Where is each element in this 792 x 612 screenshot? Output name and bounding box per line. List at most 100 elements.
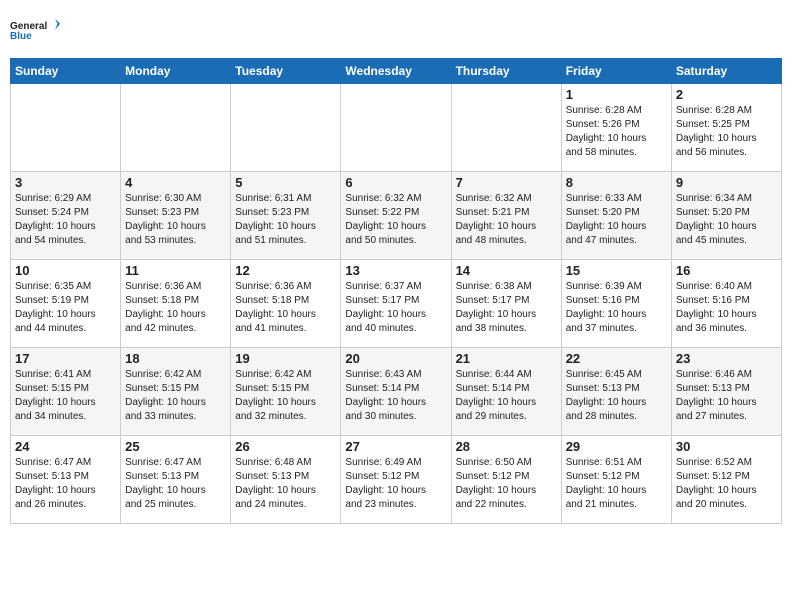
weekday-header-tuesday: Tuesday: [231, 59, 341, 84]
calendar-cell: 9Sunrise: 6:34 AM Sunset: 5:20 PM Daylig…: [671, 172, 781, 260]
calendar-header-row: SundayMondayTuesdayWednesdayThursdayFrid…: [11, 59, 782, 84]
calendar-cell: 7 Sunrise: 6:32 AM Sunset: 5:21 PM Daylig…: [451, 172, 561, 260]
calendar-cell: 20 Sunrise: 6:43 AM Sunset: 5:14 PM Dayli…: [341, 348, 451, 436]
day-number: 28: [456, 439, 557, 454]
day-number: 30: [676, 439, 777, 454]
day-info: Sunrise: 6:39 AM Sunset: 5:16 PM Dayligh…: [566, 280, 667, 336]
calendar-table: SundayMondayTuesdayWednesdayThursdayFrid…: [10, 58, 782, 524]
day-info: Sunrise: 6:33 AM Sunset: 5:20 PM Dayligh…: [566, 192, 667, 248]
calendar-week-2: 3 Sunrise: 6:29 AM Sunset: 5:24 PM Daylig…: [11, 172, 782, 260]
day-number: 14: [456, 263, 557, 278]
weekday-header-sunday: Sunday: [11, 59, 121, 84]
calendar-cell: 26 Sunrise: 6:48 AM Sunset: 5:13 PM Dayli…: [231, 436, 341, 524]
day-info: Sunrise: 6:30 AM Sunset: 5:23 PM Dayligh…: [125, 192, 226, 248]
calendar-cell: [451, 84, 561, 172]
calendar-cell: 16 Sunrise: 6:40 AM Sunset: 5:16 PM Dayli…: [671, 260, 781, 348]
day-number: 12: [235, 263, 336, 278]
calendar-week-3: 10 Sunrise: 6:35 AM Sunset: 5:19 PM Dayli…: [11, 260, 782, 348]
calendar-cell: 5 Sunrise: 6:31 AM Sunset: 5:23 PM Daylig…: [231, 172, 341, 260]
day-info: Sunrise: 6:51 AM Sunset: 5:12 PM Dayligh…: [566, 456, 667, 512]
day-info: Sunrise: 6:35 AM Sunset: 5:19 PM Dayligh…: [15, 280, 116, 336]
logo-svg: General Blue: [10, 10, 60, 50]
day-info: Sunrise: 6:47 AM Sunset: 5:13 PM Dayligh…: [125, 456, 226, 512]
calendar-cell: 4 Sunrise: 6:30 AM Sunset: 5:23 PM Daylig…: [121, 172, 231, 260]
weekday-header-thursday: Thursday: [451, 59, 561, 84]
calendar-cell: [341, 84, 451, 172]
day-number: 21: [456, 351, 557, 366]
day-info: Sunrise: 6:46 AM Sunset: 5:13 PM Dayligh…: [676, 368, 777, 424]
day-info: Sunrise: 6:44 AM Sunset: 5:14 PM Dayligh…: [456, 368, 557, 424]
calendar-cell: 2 Sunrise: 6:28 AM Sunset: 5:25 PM Daylig…: [671, 84, 781, 172]
day-number: 16: [676, 263, 777, 278]
day-number: 26: [235, 439, 336, 454]
day-number: 18: [125, 351, 226, 366]
day-info: Sunrise: 6:45 AM Sunset: 5:13 PM Dayligh…: [566, 368, 667, 424]
calendar-cell: 19 Sunrise: 6:42 AM Sunset: 5:15 PM Dayli…: [231, 348, 341, 436]
day-number: 11: [125, 263, 226, 278]
calendar-week-1: 1 Sunrise: 6:28 AM Sunset: 5:26 PM Daylig…: [11, 84, 782, 172]
day-info: Sunrise: 6:34 AM Sunset: 5:20 PM Dayligh…: [676, 192, 777, 248]
calendar-cell: 22Sunrise: 6:45 AM Sunset: 5:13 PM Dayli…: [561, 348, 671, 436]
svg-text:Blue: Blue: [10, 31, 32, 42]
calendar-cell: 30 Sunrise: 6:52 AM Sunset: 5:12 PM Dayli…: [671, 436, 781, 524]
day-info: Sunrise: 6:50 AM Sunset: 5:12 PM Dayligh…: [456, 456, 557, 512]
day-info: Sunrise: 6:52 AM Sunset: 5:12 PM Dayligh…: [676, 456, 777, 512]
weekday-header-friday: Friday: [561, 59, 671, 84]
calendar-week-5: 24 Sunrise: 6:47 AM Sunset: 5:13 PM Dayli…: [11, 436, 782, 524]
day-info: Sunrise: 6:36 AM Sunset: 5:18 PM Dayligh…: [235, 280, 336, 336]
weekday-header-wednesday: Wednesday: [341, 59, 451, 84]
day-number: 10: [15, 263, 116, 278]
day-info: Sunrise: 6:40 AM Sunset: 5:16 PM Dayligh…: [676, 280, 777, 336]
day-number: 20: [345, 351, 446, 366]
calendar-cell: 23 Sunrise: 6:46 AM Sunset: 5:13 PM Dayli…: [671, 348, 781, 436]
day-number: 4: [125, 175, 226, 190]
day-info: Sunrise: 6:36 AM Sunset: 5:18 PM Dayligh…: [125, 280, 226, 336]
day-number: 8: [566, 175, 667, 190]
day-info: Sunrise: 6:37 AM Sunset: 5:17 PM Dayligh…: [345, 280, 446, 336]
calendar-cell: [11, 84, 121, 172]
day-number: 13: [345, 263, 446, 278]
calendar-cell: 8 Sunrise: 6:33 AM Sunset: 5:20 PM Daylig…: [561, 172, 671, 260]
calendar-cell: 28 Sunrise: 6:50 AM Sunset: 5:12 PM Dayli…: [451, 436, 561, 524]
calendar-cell: 29 Sunrise: 6:51 AM Sunset: 5:12 PM Dayli…: [561, 436, 671, 524]
day-number: 29: [566, 439, 667, 454]
day-number: 23: [676, 351, 777, 366]
day-number: 24: [15, 439, 116, 454]
calendar-cell: 25Sunrise: 6:47 AM Sunset: 5:13 PM Dayli…: [121, 436, 231, 524]
day-info: Sunrise: 6:42 AM Sunset: 5:15 PM Dayligh…: [235, 368, 336, 424]
day-info: Sunrise: 6:41 AM Sunset: 5:15 PM Dayligh…: [15, 368, 116, 424]
day-info: Sunrise: 6:28 AM Sunset: 5:26 PM Dayligh…: [566, 104, 667, 160]
logo: General Blue: [10, 10, 60, 50]
day-number: 2: [676, 87, 777, 102]
day-number: 27: [345, 439, 446, 454]
day-info: Sunrise: 6:48 AM Sunset: 5:13 PM Dayligh…: [235, 456, 336, 512]
calendar-cell: 15 Sunrise: 6:39 AM Sunset: 5:16 PM Dayli…: [561, 260, 671, 348]
day-info: Sunrise: 6:32 AM Sunset: 5:21 PM Dayligh…: [456, 192, 557, 248]
calendar-cell: 11 Sunrise: 6:36 AM Sunset: 5:18 PM Dayli…: [121, 260, 231, 348]
calendar-cell: 14Sunrise: 6:38 AM Sunset: 5:17 PM Dayli…: [451, 260, 561, 348]
day-number: 7: [456, 175, 557, 190]
day-info: Sunrise: 6:31 AM Sunset: 5:23 PM Dayligh…: [235, 192, 336, 248]
day-number: 19: [235, 351, 336, 366]
day-info: Sunrise: 6:29 AM Sunset: 5:24 PM Dayligh…: [15, 192, 116, 248]
page-header: General Blue: [10, 10, 782, 50]
calendar-cell: 24Sunrise: 6:47 AM Sunset: 5:13 PM Dayli…: [11, 436, 121, 524]
calendar-week-4: 17 Sunrise: 6:41 AM Sunset: 5:15 PM Dayli…: [11, 348, 782, 436]
day-number: 1: [566, 87, 667, 102]
day-info: Sunrise: 6:32 AM Sunset: 5:22 PM Dayligh…: [345, 192, 446, 248]
day-info: Sunrise: 6:28 AM Sunset: 5:25 PM Dayligh…: [676, 104, 777, 160]
calendar-cell: 27 Sunrise: 6:49 AM Sunset: 5:12 PM Dayli…: [341, 436, 451, 524]
svg-text:General: General: [10, 21, 47, 32]
day-number: 5: [235, 175, 336, 190]
calendar-cell: 12 Sunrise: 6:36 AM Sunset: 5:18 PM Dayli…: [231, 260, 341, 348]
day-number: 15: [566, 263, 667, 278]
day-info: Sunrise: 6:49 AM Sunset: 5:12 PM Dayligh…: [345, 456, 446, 512]
calendar-cell: 13 Sunrise: 6:37 AM Sunset: 5:17 PM Dayli…: [341, 260, 451, 348]
calendar-cell: [121, 84, 231, 172]
calendar-cell: 6Sunrise: 6:32 AM Sunset: 5:22 PM Daylig…: [341, 172, 451, 260]
day-number: 17: [15, 351, 116, 366]
calendar-cell: 17 Sunrise: 6:41 AM Sunset: 5:15 PM Dayli…: [11, 348, 121, 436]
day-info: Sunrise: 6:43 AM Sunset: 5:14 PM Dayligh…: [345, 368, 446, 424]
day-number: 3: [15, 175, 116, 190]
calendar-cell: 3 Sunrise: 6:29 AM Sunset: 5:24 PM Daylig…: [11, 172, 121, 260]
